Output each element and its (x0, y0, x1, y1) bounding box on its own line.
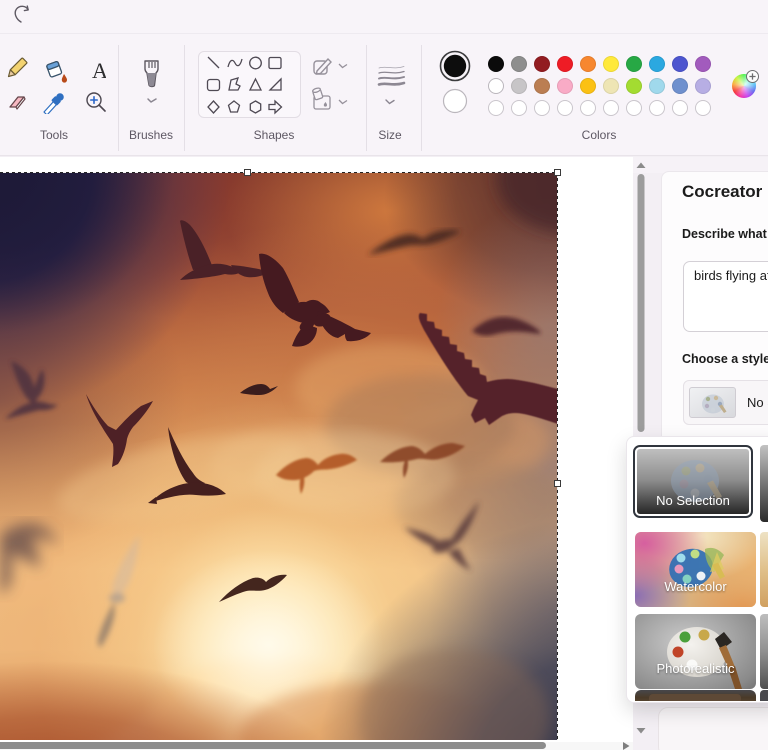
svg-text:A: A (92, 58, 106, 83)
